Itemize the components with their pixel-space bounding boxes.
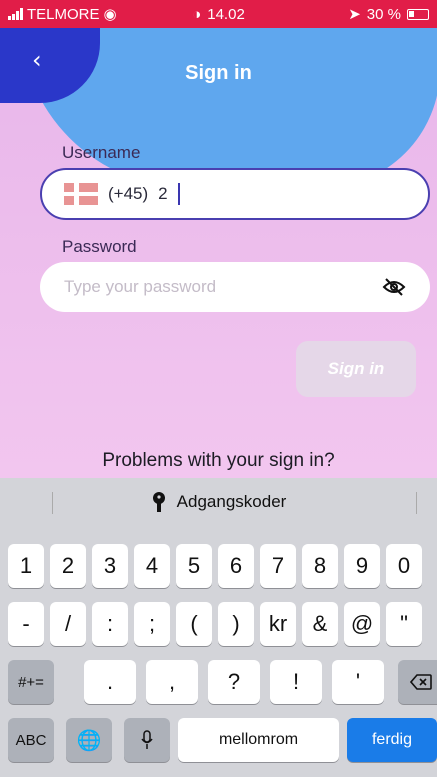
eye-off-icon[interactable] — [382, 277, 406, 297]
key-8[interactable]: 9 — [344, 544, 380, 588]
microphone-icon — [141, 730, 153, 749]
key-3[interactable]: 4 — [134, 544, 170, 588]
battery-percent: 30 % — [366, 5, 401, 23]
key-8[interactable]: @ — [344, 602, 380, 646]
key-5[interactable]: ) — [218, 602, 254, 646]
backspace-key[interactable] — [398, 660, 437, 704]
suggestion-label: Adgangskoder — [176, 492, 287, 511]
status-bar: TELMORE ◉ ◑ 14.02 ➤ 30 % — [0, 0, 437, 28]
suggestion-divider — [416, 492, 417, 514]
key-4[interactable]: ' — [332, 660, 384, 704]
text-caret — [177, 183, 180, 205]
microphone-key[interactable] — [124, 718, 170, 762]
password-placeholder: Type your password — [64, 277, 217, 296]
globe-icon: 🌐 — [76, 728, 102, 752]
key-0[interactable]: 1 — [8, 544, 44, 588]
abc-key[interactable]: ABC — [8, 718, 54, 762]
country-code: (+45) — [108, 184, 149, 203]
status-time: 14.02 — [207, 5, 245, 23]
done-key[interactable]: ferdig — [347, 718, 437, 762]
battery-icon — [407, 8, 429, 20]
password-suggestion[interactable]: Adgangskoder — [0, 478, 437, 526]
key-1[interactable]: , — [146, 660, 198, 704]
key-5[interactable]: 6 — [218, 544, 254, 588]
problems-link[interactable]: Problems with your sign in? — [0, 450, 437, 472]
denmark-flag-icon — [64, 183, 98, 205]
chevron-left-icon: ‹ — [32, 46, 42, 74]
space-key[interactable]: mellomrom — [178, 718, 339, 762]
username-field[interactable]: (+45) 2 — [40, 168, 430, 220]
globe-key[interactable]: 🌐 — [66, 718, 112, 762]
key-3[interactable]: ! — [270, 660, 322, 704]
key-3[interactable]: ; — [134, 602, 170, 646]
keyboard: Adgangskoder 1234567890 - /:;() kr & @ " #+= … — [0, 478, 437, 777]
password-label: Password — [62, 237, 137, 256]
symbols-toggle-key[interactable]: #+= — [8, 660, 54, 704]
key-2[interactable]: 3 — [92, 544, 128, 588]
key-icon — [152, 492, 165, 512]
signal-icon — [8, 8, 23, 20]
key-9[interactable]: " — [386, 602, 422, 646]
username-label: Username — [62, 143, 141, 162]
username-value: 2 — [158, 184, 168, 203]
key-4[interactable]: 5 — [176, 544, 212, 588]
page-title: Sign in — [185, 62, 252, 84]
key-1[interactable]: 2 — [50, 544, 86, 588]
key-2[interactable]: ? — [208, 660, 260, 704]
back-button[interactable]: ‹ — [32, 46, 42, 74]
key-7[interactable]: & — [302, 602, 338, 646]
key-9[interactable]: 0 — [386, 544, 422, 588]
key-6[interactable]: 7 — [260, 544, 296, 588]
key-0[interactable]: - — [8, 602, 44, 646]
location-icon: ➤ — [348, 6, 361, 23]
backspace-icon — [410, 674, 432, 690]
wifi-icon: ◉ — [103, 6, 117, 23]
key-4[interactable]: ( — [176, 602, 212, 646]
key-0[interactable]: . — [84, 660, 136, 704]
signin-button[interactable]: Sign in — [296, 341, 416, 397]
key-6[interactable]: kr — [260, 602, 296, 646]
key-7[interactable]: 8 — [302, 544, 338, 588]
carrier-name: TELMORE — [27, 5, 100, 23]
password-field[interactable]: Type your password — [40, 262, 430, 312]
key-1[interactable]: / — [50, 602, 86, 646]
key-2[interactable]: : — [92, 602, 128, 646]
clock-icon: ◑ — [192, 5, 202, 23]
suggestion-divider — [52, 492, 53, 514]
